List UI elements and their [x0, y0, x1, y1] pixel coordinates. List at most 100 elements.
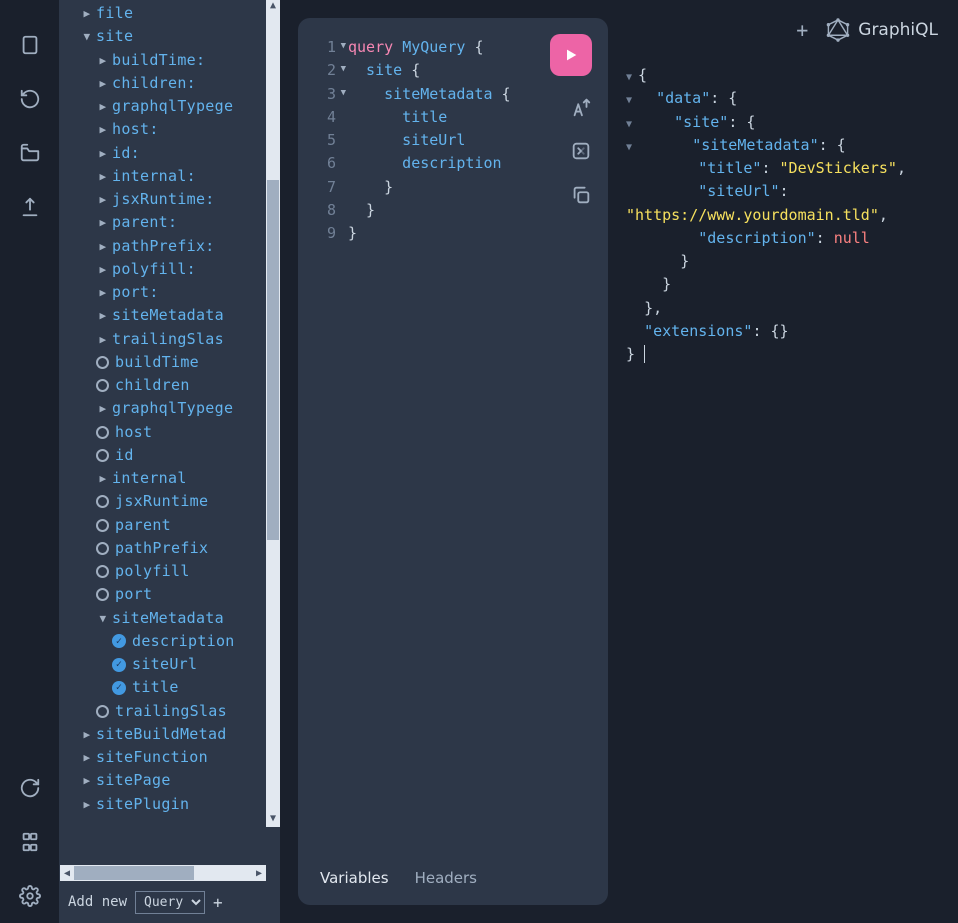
tree-row[interactable]: ▼siteMetadata	[60, 607, 280, 630]
explorer-vscrollbar[interactable]: ▲ ▼	[266, 0, 280, 827]
tree-row[interactable]: ✓siteUrl	[60, 653, 280, 676]
tree-row[interactable]: ▶parent:	[60, 211, 280, 234]
tree-row[interactable]: ▶sitePlugin	[60, 793, 280, 816]
caret-right-icon[interactable]: ▶	[96, 52, 110, 69]
tree-row[interactable]: ✓ description	[60, 630, 280, 653]
tree-row[interactable]: ▶graphqlTypege	[60, 95, 280, 118]
tree-row[interactable]: id	[60, 444, 280, 467]
tree-row[interactable]: trailingSlas	[60, 700, 280, 723]
tree-row[interactable]: ▶polyfill:	[60, 258, 280, 281]
tree-label: trailingSlas	[115, 700, 227, 723]
caret-right-icon[interactable]: ▶	[96, 191, 110, 208]
radio-icon[interactable]	[96, 449, 109, 462]
tree-row[interactable]: parent	[60, 514, 280, 537]
field-tree[interactable]: ▶file▼site▶buildTime:▶children:▶graphqlT…	[60, 0, 280, 822]
tree-row[interactable]: ▶host:	[60, 118, 280, 141]
tree-row[interactable]: ▶trailingSlas	[60, 328, 280, 351]
check-icon[interactable]: ✓	[112, 681, 126, 695]
editor-bottom-tabs: Variables Headers	[298, 851, 608, 905]
caret-right-icon[interactable]: ▶	[96, 400, 110, 417]
caret-right-icon[interactable]: ▶	[96, 168, 110, 185]
tree-row[interactable]: ▶graphqlTypege	[60, 397, 280, 420]
caret-right-icon[interactable]: ▶	[96, 98, 110, 115]
document-icon[interactable]	[19, 34, 41, 56]
tree-label: description	[132, 630, 235, 653]
folder-icon[interactable]	[19, 142, 41, 164]
tree-row[interactable]: ▶file	[60, 2, 280, 25]
tree-row[interactable]: ▶sitePage	[60, 769, 280, 792]
tree-label: jsxRuntime:	[112, 188, 215, 211]
tree-row[interactable]: ▶buildTime:	[60, 49, 280, 72]
tab-variables[interactable]: Variables	[320, 869, 389, 887]
caret-right-icon[interactable]: ▶	[80, 749, 94, 766]
caret-right-icon[interactable]: ▶	[96, 214, 110, 231]
caret-down-icon[interactable]: ▼	[80, 28, 94, 45]
tree-row[interactable]: ▼site	[60, 25, 280, 48]
keyboard-icon[interactable]	[19, 831, 41, 853]
history-icon[interactable]	[19, 88, 41, 110]
tree-row[interactable]: buildTime	[60, 351, 280, 374]
caret-right-icon[interactable]: ▶	[96, 261, 110, 278]
tree-row[interactable]: pathPrefix	[60, 537, 280, 560]
tab-headers[interactable]: Headers	[415, 869, 477, 887]
gear-icon[interactable]	[19, 885, 41, 907]
main-area: + GraphiQL 1▼2▼3▼456789 query MyQuery { …	[280, 0, 958, 923]
tree-row[interactable]: port	[60, 583, 280, 606]
caret-right-icon[interactable]: ▶	[80, 726, 94, 743]
radio-icon[interactable]	[96, 519, 109, 532]
add-new-select[interactable]: Query	[135, 891, 205, 914]
caret-right-icon[interactable]: ▶	[96, 307, 110, 324]
check-icon[interactable]: ✓	[112, 658, 126, 672]
tree-row[interactable]: ▶id:	[60, 142, 280, 165]
tree-label: pathPrefix:	[112, 235, 215, 258]
new-tab-button[interactable]: +	[796, 18, 808, 42]
caret-right-icon[interactable]: ▶	[96, 470, 110, 487]
tree-label: children	[115, 374, 190, 397]
tree-label: graphqlTypege	[112, 95, 233, 118]
caret-right-icon[interactable]: ▶	[96, 331, 110, 348]
tree-row[interactable]: ▶port:	[60, 281, 280, 304]
radio-icon[interactable]	[96, 356, 109, 369]
tree-row[interactable]: ▶children:	[60, 72, 280, 95]
radio-icon[interactable]	[96, 426, 109, 439]
radio-icon[interactable]	[96, 565, 109, 578]
tree-row[interactable]: host	[60, 421, 280, 444]
check-icon[interactable]: ✓	[112, 634, 126, 648]
radio-icon[interactable]	[96, 379, 109, 392]
radio-icon[interactable]	[96, 705, 109, 718]
tree-label: polyfill:	[112, 258, 196, 281]
tree-row[interactable]: ✓title	[60, 676, 280, 699]
tree-row[interactable]: jsxRuntime	[60, 490, 280, 513]
add-new-plus[interactable]: +	[213, 893, 223, 912]
caret-down-icon[interactable]: ▼	[96, 610, 110, 627]
caret-right-icon[interactable]: ▶	[80, 796, 94, 813]
tree-row[interactable]: ▶siteFunction	[60, 746, 280, 769]
tree-label: parent	[115, 514, 171, 537]
caret-right-icon[interactable]: ▶	[96, 75, 110, 92]
explorer-panel: ▶file▼site▶buildTime:▶children:▶graphqlT…	[60, 0, 280, 923]
tree-row[interactable]: ▶jsxRuntime:	[60, 188, 280, 211]
tree-row[interactable]: ▶siteBuildMetad	[60, 723, 280, 746]
tree-row[interactable]: ▶siteMetadata	[60, 304, 280, 327]
tree-row[interactable]: ▶internal:	[60, 165, 280, 188]
caret-right-icon[interactable]: ▶	[96, 121, 110, 138]
caret-right-icon[interactable]: ▶	[96, 145, 110, 162]
explorer-hscrollbar[interactable]: ◀▶	[60, 865, 266, 881]
tree-row[interactable]: ▶internal	[60, 467, 280, 490]
caret-right-icon[interactable]: ▶	[96, 284, 110, 301]
radio-icon[interactable]	[96, 542, 109, 555]
radio-icon[interactable]	[96, 495, 109, 508]
code-area[interactable]: 1▼2▼3▼456789 query MyQuery { site { site…	[298, 18, 608, 851]
caret-right-icon[interactable]: ▶	[80, 5, 94, 22]
tree-label: pathPrefix	[115, 537, 208, 560]
refresh-icon[interactable]	[19, 777, 41, 799]
export-icon[interactable]	[19, 196, 41, 218]
tree-row[interactable]: polyfill	[60, 560, 280, 583]
radio-icon[interactable]	[96, 588, 109, 601]
tree-row[interactable]: ▶pathPrefix:	[60, 235, 280, 258]
tree-label: parent:	[112, 211, 177, 234]
tree-row[interactable]: children	[60, 374, 280, 397]
result-viewer[interactable]: ▼{ ▼ "data": { ▼ "site": { ▼ "siteMetada…	[608, 18, 940, 905]
caret-right-icon[interactable]: ▶	[80, 772, 94, 789]
caret-right-icon[interactable]: ▶	[96, 238, 110, 255]
